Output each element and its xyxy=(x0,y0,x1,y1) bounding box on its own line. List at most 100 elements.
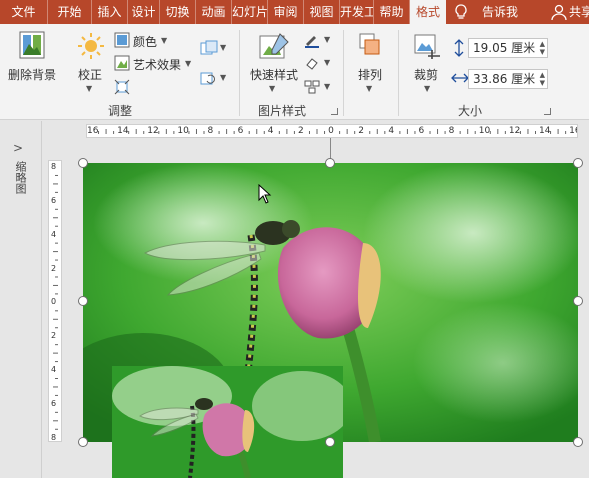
mouse-pointer-icon xyxy=(258,184,272,204)
spin-down-icon[interactable]: ▼ xyxy=(540,79,545,87)
change-picture-icon[interactable] xyxy=(200,40,218,56)
chevron-down-icon: ▼ xyxy=(324,35,331,44)
width-value: 33.86 厘米 xyxy=(473,72,536,86)
reset-picture-icon[interactable] xyxy=(200,70,218,86)
color-icon[interactable] xyxy=(114,32,130,48)
resize-handle-bottom-right[interactable] xyxy=(573,437,583,447)
ruler-label: 14 xyxy=(539,126,551,136)
tab-transitions[interactable]: 切换 xyxy=(160,0,196,24)
ruler-label: 4 xyxy=(51,365,57,375)
share-button[interactable]: 共享 xyxy=(569,0,589,24)
group-label-size: 大小 xyxy=(458,104,483,118)
height-icon xyxy=(454,39,464,57)
corrections-icon[interactable] xyxy=(77,32,105,60)
artistic-effects-button[interactable]: 艺术效果 xyxy=(133,56,181,73)
ruler-label: 16 xyxy=(569,126,577,136)
ruler-label: 0 xyxy=(328,126,334,136)
ruler-label: 8 xyxy=(51,162,57,171)
dialog-launcher-icon[interactable] xyxy=(544,108,551,115)
spin-up-icon[interactable]: ▲ xyxy=(540,71,545,79)
ruler-label: 4 xyxy=(267,126,274,136)
group-separator xyxy=(239,30,240,116)
remove-background-icon[interactable] xyxy=(18,30,46,60)
ruler-label: 4 xyxy=(51,229,57,239)
tab-help[interactable]: 帮助 xyxy=(374,0,410,24)
quick-styles-button[interactable]: 快速样式 xyxy=(250,66,298,83)
tab-developer[interactable]: 开发工具 xyxy=(340,0,374,24)
ruler-label: 8 xyxy=(51,432,57,442)
user-icon[interactable] xyxy=(550,3,568,21)
chevron-down-icon: ▼ xyxy=(366,84,373,93)
chevron-down-icon: ▼ xyxy=(161,36,168,45)
corrections-button[interactable]: 校正 xyxy=(78,66,102,83)
resize-handle-top-left[interactable] xyxy=(78,158,88,168)
ruler-label: 10 xyxy=(478,126,491,136)
chevron-right-icon[interactable]: > xyxy=(13,141,23,155)
ruler-label: 0 xyxy=(51,297,57,307)
picture-effects-icon[interactable] xyxy=(304,55,320,71)
tell-me-search[interactable]: 告诉我 xyxy=(482,0,518,24)
chevron-down-icon: ▼ xyxy=(185,59,192,68)
chevron-down-icon: ▼ xyxy=(86,84,93,93)
group-separator xyxy=(398,30,399,116)
picture-layout-icon[interactable] xyxy=(304,79,320,95)
width-field[interactable]: 33.86 厘米 ▲ ▼ xyxy=(468,69,548,89)
arrange-icon[interactable] xyxy=(357,32,383,60)
color-button[interactable]: 颜色 xyxy=(133,33,157,50)
horizontal-ruler: 16 14 12 10 8 6 4 2 0 2 4 6 8 10 12 14 16 xyxy=(86,124,578,138)
width-icon xyxy=(451,73,469,83)
resize-handle-top-right[interactable] xyxy=(573,158,583,168)
ribbon-format: 删除背景 校正 ▼ 颜色 ▼ 艺术效果 ▼ ▼ ▼ 调整 快速样式 ▼ ▼ ▼ … xyxy=(0,24,589,120)
vertical-ruler: 8 6 4 2 0 2 4 6 8 xyxy=(48,160,62,442)
spin-up-icon[interactable]: ▲ xyxy=(540,40,545,48)
ruler-label: 6 xyxy=(237,126,244,136)
height-field[interactable]: 19.05 厘米 ▲ ▼ xyxy=(468,38,548,58)
tab-format[interactable]: 格式 xyxy=(410,0,446,24)
crop-button[interactable]: 裁剪 xyxy=(414,66,438,83)
ruler-label: 8 xyxy=(207,126,214,136)
compress-pictures-icon[interactable] xyxy=(114,79,130,95)
tab-view[interactable]: 视图 xyxy=(304,0,340,24)
resize-handle-right[interactable] xyxy=(573,296,583,306)
ruler-label: 4 xyxy=(388,126,395,136)
ruler-label: 2 xyxy=(51,263,57,273)
dragonfly-lotus-picture-copy[interactable] xyxy=(112,366,343,478)
resize-handle-top[interactable] xyxy=(325,158,335,168)
artistic-effects-icon[interactable] xyxy=(114,55,130,71)
ruler-label: 14 xyxy=(117,126,129,136)
tab-insert[interactable]: 插入 xyxy=(92,0,128,24)
rotation-guide xyxy=(330,138,331,160)
tab-home[interactable]: 开始 xyxy=(48,0,92,24)
picture-border-icon[interactable] xyxy=(304,32,320,48)
crop-icon[interactable] xyxy=(412,32,442,62)
ruler-label: 2 xyxy=(358,126,364,136)
ruler-label: 12 xyxy=(147,126,159,136)
remove-background-button[interactable]: 删除背景 xyxy=(8,66,56,83)
tab-slideshow[interactable]: 幻灯片放映 xyxy=(232,0,268,24)
tab-animations[interactable]: 动画 xyxy=(196,0,232,24)
tab-file[interactable]: 文件 xyxy=(0,0,48,24)
dialog-launcher-icon[interactable] xyxy=(331,108,338,115)
resize-handle-bottom[interactable] xyxy=(325,437,335,447)
group-separator xyxy=(343,30,344,116)
quick-styles-icon[interactable] xyxy=(258,32,290,62)
lightbulb-icon[interactable] xyxy=(452,3,470,21)
chevron-down-icon: ▼ xyxy=(220,43,227,52)
ruler-label: 6 xyxy=(51,398,57,408)
tab-review[interactable]: 审阅 xyxy=(268,0,304,24)
ruler-label: 6 xyxy=(418,126,425,136)
ruler-label: 6 xyxy=(51,195,57,205)
resize-handle-left[interactable] xyxy=(78,296,88,306)
ribbon-tab-bar: 文件 开始 插入 设计 切换 动画 幻灯片放映 审阅 视图 开发工具 帮助 格式… xyxy=(0,0,589,24)
ruler-label: 2 xyxy=(51,331,57,341)
ruler-label: 2 xyxy=(297,126,304,136)
arrange-button[interactable]: 排列 xyxy=(358,66,382,83)
chevron-down-icon: ▼ xyxy=(220,73,227,82)
chevron-down-icon: ▼ xyxy=(424,84,431,93)
spin-down-icon[interactable]: ▼ xyxy=(540,48,545,56)
group-label-picture-styles: 图片样式 xyxy=(258,104,307,118)
chevron-down-icon: ▼ xyxy=(269,84,276,93)
resize-handle-bottom-left[interactable] xyxy=(78,437,88,447)
tab-design[interactable]: 设计 xyxy=(128,0,160,24)
thumbnail-label[interactable]: 缩略图 xyxy=(12,161,28,194)
